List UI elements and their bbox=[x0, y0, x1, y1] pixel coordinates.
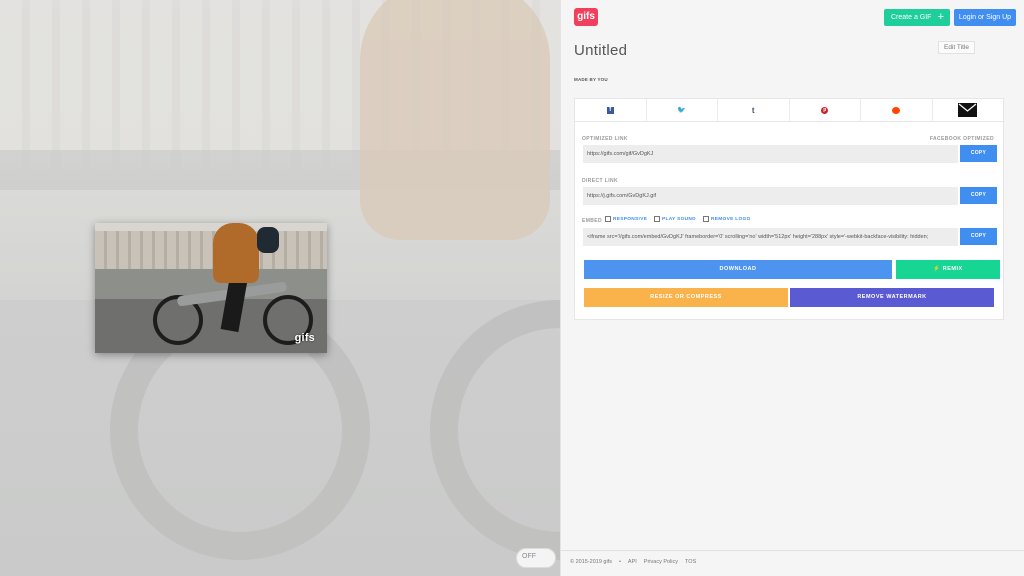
resize-compress-button[interactable]: RESIZE OR COMPRESS bbox=[584, 288, 788, 307]
gifs-logo[interactable]: gifs bbox=[574, 8, 598, 26]
gif-watermark: gifs bbox=[294, 332, 315, 344]
api-link[interactable]: API bbox=[628, 559, 637, 565]
gif-backpack bbox=[257, 227, 279, 253]
checkbox-icon bbox=[605, 216, 611, 222]
create-gif-label: Create a GIF bbox=[891, 14, 932, 21]
toggle-label: OFF bbox=[522, 553, 536, 560]
download-button[interactable]: DOWNLOAD bbox=[584, 260, 892, 279]
checkbox-icon bbox=[703, 216, 709, 222]
copyright-text: © 2015-2019 gifs bbox=[570, 559, 612, 565]
footer-divider bbox=[561, 550, 1024, 551]
tos-link[interactable]: TOS bbox=[685, 559, 696, 565]
login-button[interactable]: Login or Sign Up bbox=[954, 9, 1016, 26]
pinterest-icon: p bbox=[821, 106, 829, 114]
facebook-optimized-label[interactable]: FACEBOOK OPTIMIZED bbox=[930, 136, 994, 142]
footer-bullet: • bbox=[618, 559, 621, 565]
background-preview: gifs OFF bbox=[0, 0, 560, 576]
gif-preview[interactable]: gifs bbox=[95, 223, 327, 353]
links-card: OPTIMIZED LINK FACEBOOK OPTIMIZED https:… bbox=[574, 122, 1004, 320]
share-reddit[interactable] bbox=[861, 99, 933, 121]
remove-logo-label: REMOVE LOGO bbox=[711, 216, 751, 222]
create-gif-button[interactable]: Create a GIF + bbox=[884, 9, 950, 26]
footer: © 2015-2019 gifs • API Privacy Policy TO… bbox=[570, 559, 696, 565]
gif-rider bbox=[213, 223, 259, 283]
responsive-checkbox[interactable]: RESPONSIVE bbox=[605, 216, 647, 222]
embed-label: EMBED bbox=[582, 218, 603, 224]
share-panel: gifs Create a GIF + Login or Sign Up Unt… bbox=[560, 0, 1024, 576]
copy-direct-button[interactable]: COPY bbox=[960, 187, 997, 204]
gif-buildings bbox=[95, 231, 327, 269]
email-icon bbox=[958, 103, 978, 117]
optimized-link-label: OPTIMIZED LINK bbox=[582, 136, 628, 142]
play-sound-label: PLAY SOUND bbox=[662, 216, 696, 222]
sound-toggle[interactable]: OFF bbox=[516, 548, 556, 568]
embed-code-field[interactable]: <iframe src='//gifs.com/embed/GvDgKJ' fr… bbox=[583, 228, 958, 246]
twitter-icon: 🐦 bbox=[677, 107, 687, 114]
edit-title-button[interactable]: Edit Title bbox=[938, 41, 975, 54]
facebook-icon: f bbox=[606, 106, 614, 114]
remix-button[interactable]: ⚡ REMIX bbox=[896, 260, 1000, 279]
share-facebook[interactable]: f bbox=[575, 99, 647, 121]
play-sound-checkbox[interactable]: PLAY SOUND bbox=[654, 216, 696, 222]
share-email[interactable] bbox=[933, 99, 1004, 121]
page-title: Untitled bbox=[574, 42, 628, 59]
responsive-label: RESPONSIVE bbox=[613, 216, 648, 222]
copy-optimized-button[interactable]: COPY bbox=[960, 145, 997, 162]
direct-link-field[interactable]: https://j.gifs.com/GvDgKJ.gif bbox=[583, 187, 958, 205]
optimized-link-field[interactable]: https://gifs.com/gif/GvDgKJ bbox=[583, 145, 958, 163]
remove-logo-checkbox[interactable]: REMOVE LOGO bbox=[703, 216, 751, 222]
plus-icon: + bbox=[937, 11, 944, 23]
share-bar: f 🐦 t p bbox=[574, 98, 1004, 122]
made-by-label: MADE BY YOU bbox=[574, 77, 608, 82]
checkbox-icon bbox=[654, 216, 660, 222]
share-pinterest[interactable]: p bbox=[790, 99, 861, 121]
reddit-icon bbox=[892, 106, 901, 114]
privacy-link[interactable]: Privacy Policy bbox=[644, 559, 678, 565]
remove-watermark-button[interactable]: REMOVE WATERMARK bbox=[790, 288, 994, 307]
share-tumblr[interactable]: t bbox=[718, 99, 790, 121]
share-twitter[interactable]: 🐦 bbox=[647, 99, 718, 121]
tumblr-icon: t bbox=[751, 105, 755, 115]
direct-link-label: DIRECT LINK bbox=[582, 178, 619, 184]
copy-embed-button[interactable]: COPY bbox=[960, 228, 997, 245]
